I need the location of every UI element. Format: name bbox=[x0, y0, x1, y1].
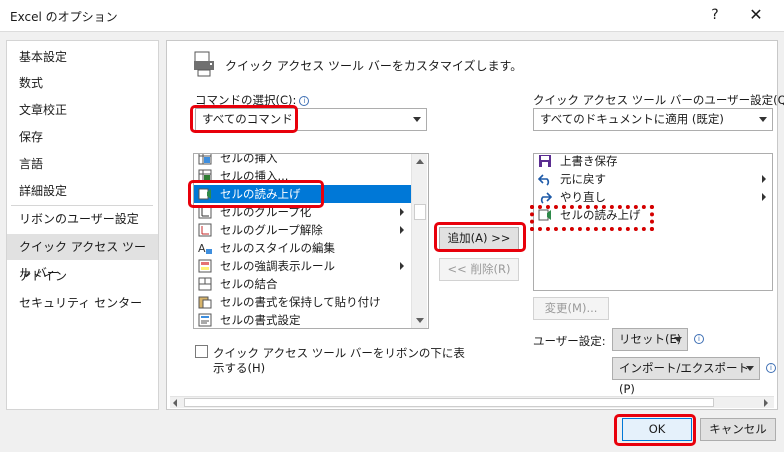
command-list-item[interactable]: A セルのスタイルの編集 bbox=[194, 239, 411, 257]
format-cells-icon bbox=[198, 313, 212, 327]
show-below-ribbon-label-1: クイック アクセス ツール バーをリボンの下に表 bbox=[213, 346, 465, 360]
qat-list-item-label: 元に戻す bbox=[560, 172, 606, 186]
merge-cells-icon bbox=[198, 277, 212, 291]
submenu-arrow-icon bbox=[400, 262, 404, 270]
command-list-item-label: セルの書式設定 bbox=[220, 313, 301, 327]
command-list-item[interactable]: セルの書式設定 bbox=[194, 311, 411, 328]
cell-style-icon: A bbox=[198, 241, 212, 255]
chevron-down-icon bbox=[413, 117, 421, 122]
command-list-item-label: セルのスタイルの編集 bbox=[220, 241, 335, 255]
options-nav: 基本設定 数式 文章校正 保存 言語 詳細設定 リボンのユーザー設定 クイック アクセス ツー… bbox=[6, 40, 159, 410]
nav-item[interactable]: クイック アクセス ツール バー bbox=[7, 234, 158, 280]
qat-setting-label: クイック アクセス ツール バーのユーザー設定(Q):i bbox=[533, 92, 784, 108]
modify-button[interactable]: 変更(M)... bbox=[533, 297, 609, 320]
command-list-item[interactable]: セルの結合 bbox=[194, 275, 411, 293]
nav-item[interactable]: アドイン bbox=[7, 263, 158, 289]
chevron-down-icon bbox=[759, 117, 767, 122]
svg-text:A: A bbox=[198, 242, 206, 255]
show-below-ribbon-label-2: 示する(H) bbox=[213, 361, 266, 375]
annotation-highlight-ok bbox=[614, 414, 696, 446]
submenu-arrow-icon bbox=[762, 193, 766, 201]
qat-list-item-label: 上書き保存 bbox=[560, 154, 618, 168]
qat-list-item[interactable]: 元に戻す bbox=[534, 170, 772, 188]
submenu-arrow-icon bbox=[400, 208, 404, 216]
redo-icon bbox=[538, 190, 553, 204]
nav-item[interactable]: 数式 bbox=[7, 70, 158, 96]
commands-list-scrollbar[interactable] bbox=[411, 154, 427, 328]
chevron-down-icon bbox=[674, 337, 682, 342]
scroll-thumb[interactable] bbox=[414, 204, 426, 220]
info-icon[interactable]: i bbox=[694, 334, 704, 344]
annotation-highlight-qat-new-item bbox=[530, 205, 654, 231]
command-list-item-label: セルの結合 bbox=[220, 277, 278, 291]
command-list-item[interactable]: セルの挿入 bbox=[194, 153, 411, 167]
hscroll-thumb[interactable] bbox=[184, 398, 714, 407]
customize-qat-icon bbox=[194, 51, 214, 77]
save-icon bbox=[538, 154, 552, 168]
help-button[interactable]: ? bbox=[703, 4, 727, 26]
nav-item[interactable]: 保存 bbox=[7, 124, 158, 150]
command-list-item-label: セルの書式を保持して貼り付け bbox=[220, 295, 381, 309]
submenu-arrow-icon bbox=[762, 175, 766, 183]
panel-heading: クイック アクセス ツール バーをカスタマイズします。 bbox=[225, 59, 523, 73]
scroll-down-icon[interactable] bbox=[416, 318, 424, 323]
title-bar: Excel のオプション ? ✕ bbox=[0, 0, 784, 31]
undo-icon bbox=[537, 172, 552, 186]
reset-button-label: リセット(E) bbox=[619, 332, 682, 346]
command-list-item-label: セルのグループ解除 bbox=[220, 223, 323, 237]
command-list-item[interactable]: セルの強調表示ルール bbox=[194, 257, 411, 275]
scroll-left-icon[interactable] bbox=[173, 399, 177, 407]
command-list-item-label: セルの挿入 bbox=[220, 153, 278, 165]
qat-list-item-label: やり直し bbox=[560, 190, 606, 204]
paste-keep-format-icon bbox=[198, 295, 212, 309]
nav-item[interactable]: 文章校正 bbox=[7, 97, 158, 123]
annotation-highlight-speak-cells bbox=[188, 180, 324, 208]
command-list-item-label: セルの強調表示ルール bbox=[220, 259, 335, 273]
scroll-right-icon[interactable] bbox=[764, 399, 768, 407]
qat-setting-combo[interactable]: すべてのドキュメントに適用 (既定) bbox=[533, 108, 773, 131]
nav-item[interactable]: 基本設定 bbox=[7, 44, 158, 70]
nav-item[interactable]: 言語 bbox=[7, 151, 158, 177]
user-setting-label: ユーザー設定: bbox=[533, 334, 606, 348]
ungroup-icon bbox=[198, 223, 212, 237]
nav-item[interactable]: 詳細設定 bbox=[7, 178, 158, 204]
window-title: Excel のオプション bbox=[10, 10, 118, 24]
submenu-arrow-icon bbox=[400, 226, 404, 234]
info-icon[interactable]: i bbox=[766, 363, 776, 373]
content-hscrollbar[interactable] bbox=[170, 396, 774, 408]
info-icon[interactable]: i bbox=[299, 96, 310, 106]
qat-setting-label-text: クイック アクセス ツール バーのユーザー設定(Q): bbox=[533, 93, 784, 107]
import-export-button[interactable]: インポート/エクスポート(P) bbox=[612, 357, 760, 396]
qat-list-item[interactable]: 上書き保存 bbox=[534, 154, 772, 170]
command-list-item[interactable]: セルのグループ解除 bbox=[194, 221, 411, 239]
remove-button[interactable]: << 削除(R) bbox=[439, 258, 519, 281]
annotation-highlight-command-select bbox=[190, 105, 298, 133]
qat-list-item[interactable]: やり直し bbox=[534, 188, 772, 206]
highlight-rules-icon bbox=[198, 259, 212, 273]
import-export-label: インポート/エクスポート(P) bbox=[619, 361, 750, 396]
reset-button[interactable]: リセット(E) bbox=[612, 328, 688, 351]
chevron-down-icon bbox=[746, 366, 754, 371]
insert-cells-icon bbox=[198, 154, 212, 165]
command-list-item[interactable]: セルの書式を保持して貼り付け bbox=[194, 293, 411, 311]
show-below-ribbon-checkbox[interactable] bbox=[195, 345, 208, 358]
cancel-button[interactable]: キャンセル bbox=[700, 418, 776, 441]
nav-item[interactable]: リボンのユーザー設定 bbox=[7, 206, 158, 232]
nav-item[interactable]: セキュリティ センター bbox=[7, 290, 158, 316]
qat-setting-value: すべてのドキュメントに適用 (既定) bbox=[540, 112, 724, 126]
annotation-highlight-add-button bbox=[434, 222, 526, 252]
close-button[interactable]: ✕ bbox=[741, 4, 771, 26]
scroll-up-icon[interactable] bbox=[416, 159, 424, 164]
